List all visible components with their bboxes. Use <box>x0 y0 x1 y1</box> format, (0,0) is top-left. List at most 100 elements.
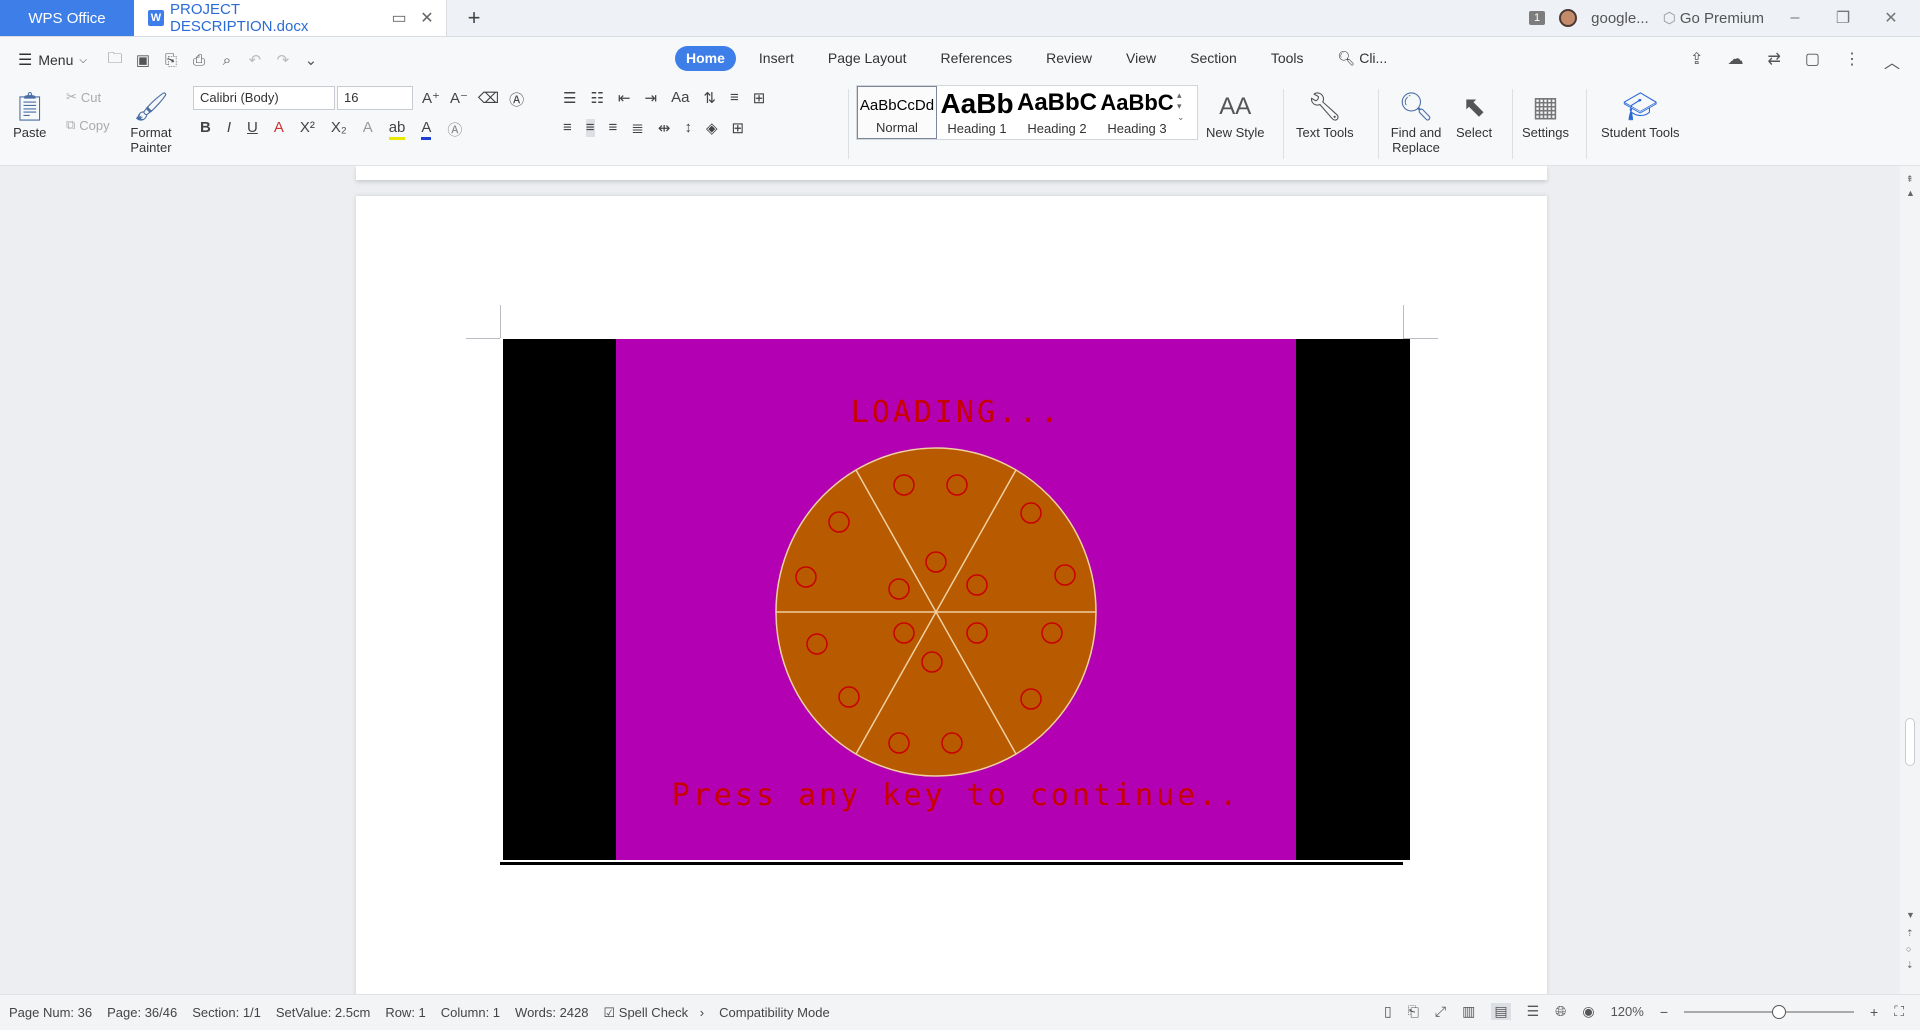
tab-view[interactable]: View <box>1115 46 1167 71</box>
web-view-icon[interactable]: 🌐︎ <box>1555 1003 1566 1020</box>
bold-icon[interactable]: B <box>200 119 211 140</box>
strikethrough-icon[interactable]: A <box>274 119 284 140</box>
tab-home[interactable]: Home <box>675 46 736 71</box>
search-command[interactable]: 🔍︎ Cli... <box>1327 46 1399 71</box>
outline-view-icon[interactable]: ☰ <box>1527 1003 1540 1020</box>
highlight-icon[interactable]: ab <box>388 119 406 140</box>
select-button[interactable]: ⬉ Select <box>1456 87 1492 140</box>
underline-icon[interactable]: U <box>247 119 258 140</box>
status-setvalue[interactable]: SetValue: 2.5cm <box>276 1005 370 1020</box>
style-heading-2[interactable]: AaBbC Heading 2 <box>1017 86 1097 139</box>
font-name-select[interactable]: Calibri (Body) <box>193 86 335 110</box>
more-icon[interactable]: ⋮ <box>1844 49 1860 73</box>
status-page[interactable]: Page: 36/46 <box>107 1005 177 1020</box>
restore-icon[interactable]: ❐ <box>1826 8 1860 28</box>
status-column[interactable]: Column: 1 <box>441 1005 500 1020</box>
avatar[interactable] <box>1559 9 1578 27</box>
align-right-icon[interactable]: ≡ <box>609 119 618 137</box>
format-painter-button[interactable]: 🖌︎ Format Painter <box>128 87 174 155</box>
tab-tools[interactable]: Tools <box>1260 46 1315 71</box>
text-outline-icon[interactable]: A <box>363 119 373 140</box>
shading-icon[interactable]: ◈ <box>706 119 718 137</box>
styles-scroll-icon[interactable]: ▴ ▾ ⌄ <box>1177 86 1185 139</box>
text-effect-icon[interactable]: Ⓐ <box>509 89 524 110</box>
new-style-button[interactable]: AA New Style <box>1206 87 1265 140</box>
char-shading-icon[interactable]: Ⓐ <box>447 119 462 140</box>
copy-button[interactable]: ⧉ Copy <box>66 117 110 133</box>
account-name[interactable]: google... <box>1591 10 1649 27</box>
embedded-game-image[interactable]: LOADING... Press any key to continue.. <box>503 339 1410 860</box>
style-heading-1[interactable]: AaBb Heading 1 <box>937 86 1017 139</box>
scrollbar-thumb[interactable] <box>1905 718 1915 766</box>
tab-review[interactable]: Review <box>1035 46 1103 71</box>
numbering-icon[interactable]: ☷ <box>590 89 603 107</box>
clear-format-icon[interactable]: ⌫ <box>478 89 499 110</box>
table-icon[interactable]: ⊞ <box>753 89 766 107</box>
tab-page-layout[interactable]: Page Layout <box>817 46 918 71</box>
sort-icon[interactable]: ⇅ <box>703 89 716 107</box>
new-tab-button[interactable]: + <box>447 0 501 36</box>
fit-window-icon[interactable]: ⛶ <box>1894 1003 1904 1020</box>
scroll-up-icon[interactable]: ▲ <box>1906 188 1915 198</box>
document-tab[interactable]: W PROJECT DESCRIPTION.docx ▭ ✕ <box>134 0 447 36</box>
read-mode-icon[interactable]: ▯ <box>1384 1003 1392 1020</box>
prev-page-icon[interactable]: ⇡ <box>1906 928 1914 939</box>
protect-icon[interactable]: ⎗ <box>1408 1003 1419 1020</box>
pin-window-icon[interactable]: ▭ <box>388 7 410 29</box>
wps-office-tab[interactable]: WPS Office <box>0 0 134 36</box>
browse-object-icon[interactable]: ○ <box>1906 944 1911 954</box>
close-tab-icon[interactable]: ✕ <box>416 7 438 29</box>
increase-indent-icon[interactable]: ⇥ <box>644 89 657 107</box>
zoom-slider[interactable] <box>1684 1004 1854 1019</box>
eye-protection-icon[interactable]: ◉ <box>1582 1003 1594 1020</box>
two-page-icon[interactable]: ▥ <box>1462 1003 1475 1020</box>
redo-icon[interactable]: ↷ <box>269 51 297 69</box>
page-view-icon[interactable]: ▤ <box>1491 1003 1511 1020</box>
close-window-icon[interactable]: ✕ <box>1874 8 1908 28</box>
split-view-icon[interactable]: ⇞ <box>1906 174 1914 185</box>
fullscreen-icon[interactable]: ⤢ <box>1435 1003 1446 1020</box>
justify-icon[interactable]: ≣ <box>631 119 644 137</box>
save-icon[interactable]: ▣ <box>129 51 157 69</box>
menu-button[interactable]: ☰ Menu ⌵ <box>18 50 87 70</box>
scroll-down-icon[interactable]: ▼ <box>1906 910 1915 920</box>
customize-toolbar-icon[interactable]: ⌄ <box>297 51 325 69</box>
spacing-icon[interactable]: ≡ <box>730 89 739 107</box>
zoom-slider-knob[interactable] <box>1772 1004 1786 1019</box>
cut-button[interactable]: ✂ Cut <box>66 89 101 105</box>
undo-icon[interactable]: ↶ <box>241 51 269 69</box>
borders-icon[interactable]: ⊞ <box>732 119 745 137</box>
text-tools-button[interactable]: 🔧︎ Text Tools <box>1296 87 1354 140</box>
superscript-icon[interactable]: X² <box>300 119 315 140</box>
notification-badge[interactable]: 1 <box>1529 11 1546 25</box>
style-heading-3[interactable]: AaBbC Heading 3 <box>1097 86 1177 139</box>
tab-references[interactable]: References <box>930 46 1024 71</box>
open-folder-icon[interactable]: 🗀 <box>101 48 129 73</box>
zoom-in-icon[interactable]: + <box>1870 1004 1878 1020</box>
style-normal[interactable]: AaBbCcDd Normal <box>857 86 937 139</box>
spell-check-button[interactable]: ☑ Spell Check › <box>604 1005 705 1021</box>
tab-section[interactable]: Section <box>1179 46 1248 71</box>
student-tools-button[interactable]: 🎓︎ Student Tools <box>1601 87 1680 140</box>
font-color-icon[interactable]: A <box>421 119 432 140</box>
status-section[interactable]: Section: 1/1 <box>192 1005 261 1020</box>
status-words[interactable]: Words: 2428 <box>515 1005 588 1020</box>
grow-font-icon[interactable]: A⁺ <box>422 89 440 110</box>
zoom-level[interactable]: 120% <box>1611 1004 1644 1019</box>
shrink-font-icon[interactable]: A⁻ <box>450 89 468 110</box>
sync-icon[interactable]: ⇄ <box>1767 49 1780 73</box>
next-page-icon[interactable]: ⇣ <box>1906 960 1914 971</box>
go-premium-link[interactable]: Go Premium <box>1680 10 1764 27</box>
vertical-scrollbar[interactable]: ⇞ ▲ ▼ ⇡ ○ ⇣ <box>1900 166 1920 994</box>
print-preview-icon[interactable]: ⌕ <box>213 52 241 69</box>
comment-icon[interactable]: ▢ <box>1805 49 1820 73</box>
paste-button[interactable]: 📋︎ Paste <box>12 87 48 140</box>
zoom-out-icon[interactable]: − <box>1660 1004 1668 1020</box>
font-size-select[interactable]: 16 <box>337 86 413 110</box>
print-icon[interactable]: ⎙ <box>185 52 213 69</box>
bullets-icon[interactable]: ☰ <box>563 89 576 107</box>
settings-button[interactable]: ▦ Settings <box>1522 87 1569 140</box>
italic-icon[interactable]: I <box>227 119 231 140</box>
decrease-indent-icon[interactable]: ⇤ <box>618 89 631 107</box>
status-row[interactable]: Row: 1 <box>385 1005 425 1020</box>
